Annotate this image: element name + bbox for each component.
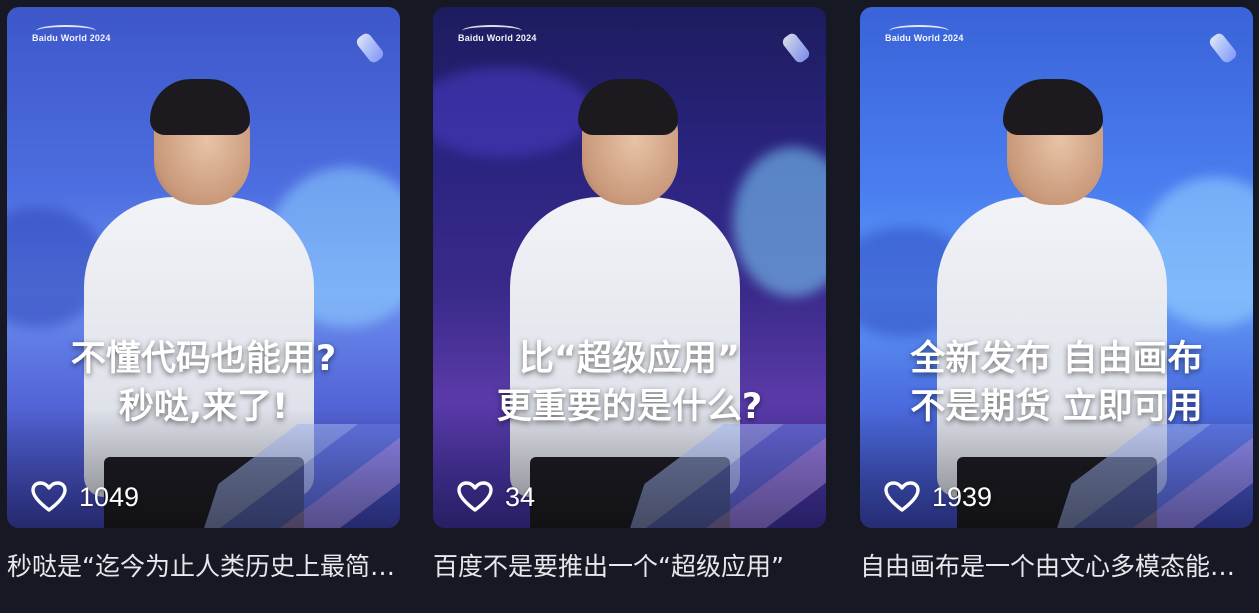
video-thumbnail[interactable]: Baidu World 2024 全新发布 自由画布 不是期货 立即可用 193…: [860, 7, 1253, 528]
video-caption[interactable]: 自由画布是一个由文心多模态能力驱动的创作工具: [860, 550, 1253, 584]
like-number: 1939: [932, 481, 993, 512]
heart-outline-icon[interactable]: [31, 481, 67, 513]
crystal-icon: [780, 31, 812, 65]
crystal-icon: [354, 31, 386, 65]
heart-outline-icon[interactable]: [884, 481, 920, 513]
crystal-icon: [1207, 31, 1239, 65]
video-card[interactable]: Baidu World 2024 比“超级应用” 更重要的是什么? 34 百度不…: [433, 7, 826, 584]
cover-title: 比“超级应用” 更重要的是什么?: [496, 339, 763, 427]
heart-outline-icon[interactable]: [457, 481, 493, 513]
like-number: 1049: [79, 481, 140, 512]
video-thumbnail[interactable]: Baidu World 2024 比“超级应用” 更重要的是什么? 34: [433, 7, 826, 528]
brand-logo: Baidu World 2024: [32, 25, 111, 43]
like-count[interactable]: 1939: [884, 481, 992, 513]
like-count[interactable]: 1049: [31, 481, 139, 513]
brand-logo: Baidu World 2024: [885, 25, 964, 43]
video-card[interactable]: Baidu World 2024 不懂代码也能用? 秒哒,来了! 1049 秒哒…: [7, 7, 400, 584]
video-card[interactable]: Baidu World 2024 全新发布 自由画布 不是期货 立即可用 193…: [860, 7, 1253, 584]
like-number: 34: [505, 481, 536, 512]
cover-title: 不懂代码也能用? 秒哒,来了!: [70, 339, 337, 427]
video-caption[interactable]: 百度不是要推出一个“超级应用”: [433, 550, 826, 584]
video-caption[interactable]: 秒哒是“迄今为止人类历史上最简单的编程工具”: [7, 550, 400, 584]
like-count[interactable]: 34: [457, 481, 535, 513]
video-thumbnail[interactable]: Baidu World 2024 不懂代码也能用? 秒哒,来了! 1049: [7, 7, 400, 528]
brand-logo: Baidu World 2024: [458, 25, 537, 43]
cover-title: 全新发布 自由画布 不是期货 立即可用: [910, 339, 1203, 427]
